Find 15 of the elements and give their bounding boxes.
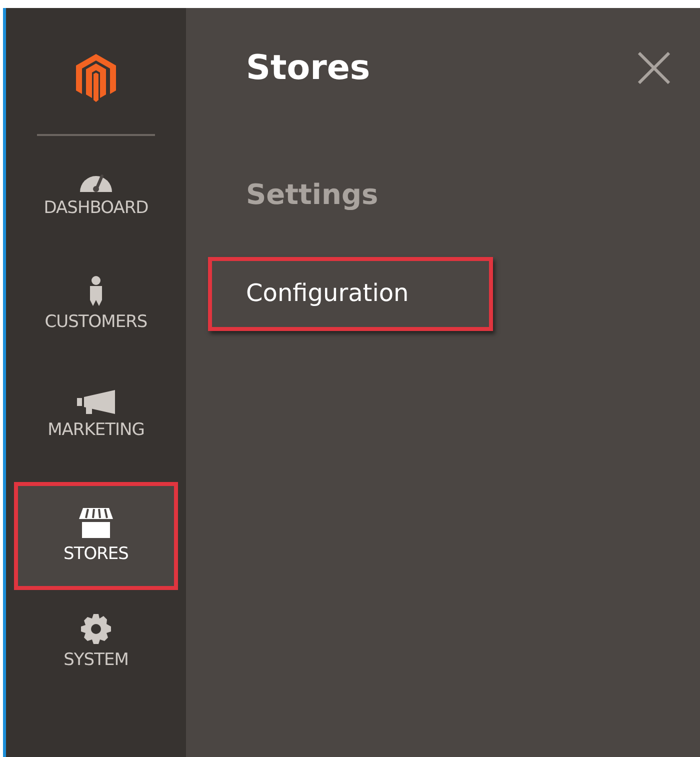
nav-item[interactable]: SYSTEM [14, 598, 178, 686]
close-icon [638, 52, 670, 84]
megaphone-icon [77, 390, 115, 414]
storefront-icon [79, 508, 113, 538]
close-button[interactable] [638, 52, 670, 84]
nav-item[interactable]: MARKETING [14, 374, 178, 456]
settings-icon [81, 614, 111, 644]
nav-item[interactable]: DASHBOARD [14, 152, 178, 234]
nav-item[interactable]: STORES [14, 482, 178, 590]
menu-link[interactable]: Configuration [208, 257, 493, 331]
logo-icon [76, 54, 116, 102]
panel-title: Stores [246, 48, 370, 88]
nav-item[interactable]: CUSTOMERS [14, 260, 178, 348]
section-heading: Settings [246, 178, 378, 211]
person-icon [88, 276, 104, 306]
